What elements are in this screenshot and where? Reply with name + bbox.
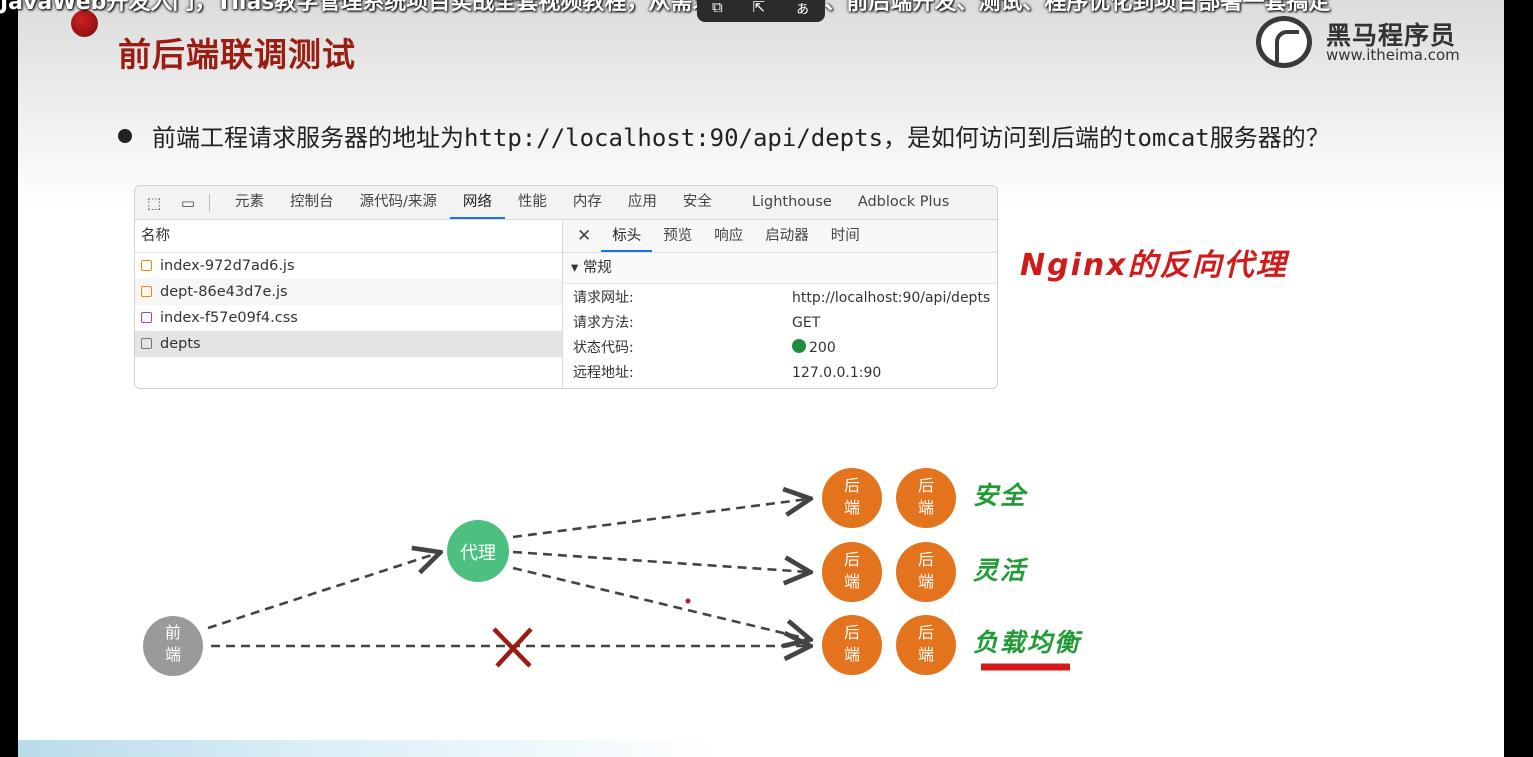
benefit-security: 安全	[973, 481, 1028, 510]
backend-label: 后端	[911, 549, 941, 593]
blocked-cross-icon	[492, 627, 533, 668]
picture-in-picture-icon[interactable]: ⧉	[712, 0, 723, 16]
arrow-frontend-to-proxy	[207, 553, 438, 630]
arrow-proxy-to-backend-2	[512, 550, 808, 572]
laser-pointer-dot	[685, 598, 691, 604]
right-letterbox	[1504, 0, 1533, 757]
proxy-label: 代理	[460, 543, 496, 564]
frontend-text: 前端	[164, 623, 181, 664]
benefit-flexibility: 灵活	[973, 556, 1028, 585]
backend-text: 后端	[917, 623, 934, 664]
backend-label: 后端	[837, 475, 867, 519]
arrow-proxy-to-backend-3	[512, 566, 808, 639]
benefit-load-balancing: 负载均衡	[973, 628, 1082, 657]
backend-text: 后端	[843, 550, 860, 591]
backend-label: 后端	[837, 622, 867, 666]
backend-label: 后端	[837, 549, 867, 593]
backend-text: 后端	[917, 476, 934, 517]
backend-text: 后端	[917, 550, 934, 591]
backend-text: 后端	[843, 623, 860, 664]
frontend-label: 前端	[158, 622, 188, 666]
backend-label: 后端	[911, 622, 941, 666]
share-icon[interactable]: ⇱	[753, 0, 766, 16]
backend-label: 后端	[911, 475, 941, 519]
slide: 前后端联调测试 黑马程序员 www.itheima.com 前端工程请求服务器的…	[18, 0, 1504, 757]
arrow-proxy-to-backend-1	[512, 499, 808, 539]
backend-text: 后端	[843, 476, 860, 517]
video-toolbar: ⧉ ⇱ ぁ	[697, 0, 825, 22]
proxy-diagram	[143, 468, 1070, 676]
footer-decoration	[18, 740, 718, 757]
translate-icon[interactable]: ぁ	[795, 0, 810, 18]
